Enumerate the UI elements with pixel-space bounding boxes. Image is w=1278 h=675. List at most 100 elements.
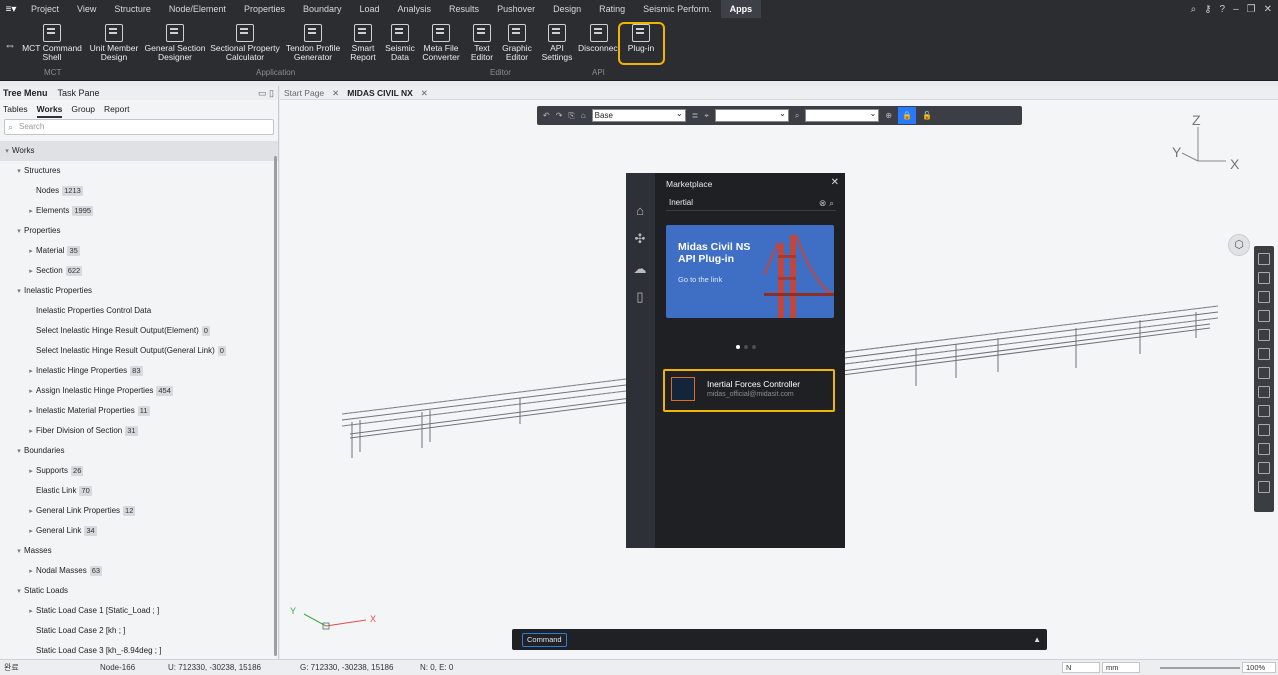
menu-load[interactable]: Load bbox=[351, 0, 389, 18]
tree-expand-icon[interactable]: ▸ bbox=[26, 502, 36, 522]
tab-works[interactable]: Works bbox=[37, 100, 63, 118]
tree-expand-icon[interactable]: ▸ bbox=[26, 462, 36, 482]
tree-item[interactable]: Select Inelastic Hinge Result Output(Gen… bbox=[0, 341, 278, 361]
tree-item[interactable]: ▸Nodal Masses63 bbox=[0, 561, 278, 581]
view-tool-icon[interactable] bbox=[1258, 443, 1270, 455]
zoom-slider[interactable] bbox=[1160, 667, 1240, 669]
close-icon[interactable]: ✕ bbox=[831, 177, 839, 188]
tree-item[interactable]: ▾Masses bbox=[0, 541, 278, 561]
view-tool-icon[interactable] bbox=[1258, 291, 1270, 303]
help-icon[interactable]: ? bbox=[1220, 4, 1226, 15]
tab-tables[interactable]: Tables bbox=[3, 100, 28, 118]
tree-expand-icon[interactable]: ▾ bbox=[14, 222, 24, 242]
tree-item[interactable]: Select Inelastic Hinge Result Output(Ele… bbox=[0, 321, 278, 341]
tree-item[interactable]: ▸Inelastic Hinge Properties83 bbox=[0, 361, 278, 381]
meta-file-converter-button[interactable]: Meta File Converter bbox=[420, 24, 462, 62]
cloud-gear-icon[interactable]: ☁ bbox=[632, 261, 648, 277]
view-cube-icon[interactable]: ⬡ bbox=[1228, 234, 1250, 256]
tree-expand-icon[interactable]: ▾ bbox=[2, 142, 12, 162]
marketplace-search-input[interactable]: Inertial ⊗ ⌕ bbox=[666, 196, 836, 211]
expand-up-icon[interactable]: ▲ bbox=[1033, 635, 1041, 644]
menu-boundary[interactable]: Boundary bbox=[294, 0, 351, 18]
mct-command-shell-button[interactable]: MCT Command Shell bbox=[22, 24, 82, 62]
tree-item[interactable]: Nodes1213 bbox=[0, 181, 278, 201]
menu-analysis[interactable]: Analysis bbox=[389, 0, 441, 18]
tree-item[interactable]: ▸Elements1995 bbox=[0, 201, 278, 221]
menu-results[interactable]: Results bbox=[440, 0, 488, 18]
store-icon[interactable]: ⌂ bbox=[632, 203, 648, 219]
force-unit-select[interactable]: N bbox=[1062, 662, 1100, 673]
plugin-result-item[interactable]: Inertial Forces Controller midas_officia… bbox=[663, 369, 835, 412]
key-icon[interactable]: ⚷ bbox=[1204, 4, 1211, 15]
zoom-select[interactable]: 100% bbox=[1242, 662, 1276, 673]
tree-expand-icon[interactable]: ▸ bbox=[26, 362, 36, 382]
menu-project[interactable]: Project bbox=[22, 0, 68, 18]
view-tool-icon[interactable] bbox=[1258, 329, 1270, 341]
menu-structure[interactable]: Structure bbox=[105, 0, 160, 18]
seismic-data-button[interactable]: Seismic Data bbox=[383, 24, 417, 62]
general-section-designer-button[interactable]: General Section Designer bbox=[144, 24, 206, 62]
tree-scrollbar[interactable] bbox=[274, 156, 277, 656]
tree-item[interactable]: ▾Structures bbox=[0, 161, 278, 181]
view-tool-icon[interactable] bbox=[1258, 348, 1270, 360]
view-tool-icon[interactable] bbox=[1258, 462, 1270, 474]
smart-report-button[interactable]: Smart Report bbox=[345, 24, 381, 62]
tree-expand-icon[interactable]: ▸ bbox=[26, 382, 36, 402]
view-tool-icon[interactable] bbox=[1258, 367, 1270, 379]
carousel-dot[interactable] bbox=[744, 345, 748, 349]
tree-item[interactable]: ▸Assign Inelastic Hinge Properties454 bbox=[0, 381, 278, 401]
sectional-property-calculator-button[interactable]: Sectional Property Calculator bbox=[210, 24, 280, 62]
view-tool-icon[interactable] bbox=[1258, 424, 1270, 436]
tree-item[interactable]: ▾Works bbox=[0, 141, 278, 161]
menu-seismic-perform[interactable]: Seismic Perform. bbox=[634, 0, 721, 18]
tree-expand-icon[interactable]: ▾ bbox=[14, 582, 24, 602]
tree-item[interactable]: ▾Properties bbox=[0, 221, 278, 241]
menu-properties[interactable]: Properties bbox=[235, 0, 294, 18]
tree-item[interactable]: ▾Inelastic Properties bbox=[0, 281, 278, 301]
search-icon[interactable]: ⌕ bbox=[829, 198, 834, 208]
tree-expand-icon[interactable]: ▾ bbox=[14, 282, 24, 302]
menu-rating[interactable]: Rating bbox=[590, 0, 634, 18]
tree-item[interactable]: Elastic Link70 bbox=[0, 481, 278, 501]
tab-task-pane[interactable]: Task Pane bbox=[58, 86, 100, 100]
tree-expand-icon[interactable]: ▸ bbox=[26, 262, 36, 282]
tendon-profile-generator-button[interactable]: Tendon Profile Generator bbox=[284, 24, 342, 62]
tab-tree-menu[interactable]: Tree Menu bbox=[3, 86, 48, 100]
tree-item[interactable]: ▸Fiber Division of Section31 bbox=[0, 421, 278, 441]
carousel-dot[interactable] bbox=[736, 345, 740, 349]
clear-icon[interactable]: ⊗ bbox=[819, 198, 827, 208]
carousel-dot[interactable] bbox=[752, 345, 756, 349]
graphic-editor-button[interactable]: Graphic Editor bbox=[500, 24, 534, 62]
quick-access-icon[interactable]: ⇔ bbox=[2, 38, 18, 60]
restore-icon[interactable]: ❐ bbox=[1247, 4, 1256, 15]
tree-item[interactable]: ▸General Link34 bbox=[0, 521, 278, 541]
disconnect-button[interactable]: Disconnect bbox=[578, 24, 620, 53]
tab-report[interactable]: Report bbox=[104, 100, 130, 118]
length-unit-select[interactable]: mm bbox=[1102, 662, 1140, 673]
tree-expand-icon[interactable]: ▾ bbox=[14, 442, 24, 462]
view-tool-icon[interactable] bbox=[1258, 386, 1270, 398]
tree-item[interactable]: ▸Inelastic Material Properties11 bbox=[0, 401, 278, 421]
tree-expand-icon[interactable]: ▾ bbox=[14, 542, 24, 562]
tree-item[interactable]: ▸Material35 bbox=[0, 241, 278, 261]
tree-expand-icon[interactable]: ▾ bbox=[14, 162, 24, 182]
tree-item[interactable]: ▾Boundaries bbox=[0, 441, 278, 461]
menu-design[interactable]: Design bbox=[544, 0, 590, 18]
tree-item[interactable]: ▾Static Loads bbox=[0, 581, 278, 601]
api-plugin-banner[interactable]: Midas Civil NS API Plug-in Go to the lin… bbox=[666, 225, 834, 318]
text-editor-button[interactable]: Text Editor bbox=[468, 24, 496, 62]
tree-item[interactable]: Inelastic Properties Control Data bbox=[0, 301, 278, 321]
tree-expand-icon[interactable]: ▸ bbox=[26, 402, 36, 422]
api-settings-button[interactable]: API Settings bbox=[539, 24, 575, 62]
tree-item[interactable]: ▸General Link Properties12 bbox=[0, 501, 278, 521]
tree-item[interactable]: ▸Static Load Case 1 [Static_Load ; ] bbox=[0, 601, 278, 621]
app-menu-icon[interactable]: ≡▾ bbox=[0, 4, 22, 15]
tab-group[interactable]: Group bbox=[71, 100, 95, 118]
tree-item[interactable]: Static Load Case 3 [kh_-8.94deg ; ] bbox=[0, 641, 278, 659]
puzzle-icon[interactable]: ✣ bbox=[632, 231, 648, 247]
tree-item[interactable]: Static Load Case 2 [kh ; ] bbox=[0, 621, 278, 641]
minimize-icon[interactable]: – bbox=[1233, 4, 1239, 15]
tree-search-input[interactable]: Search bbox=[4, 119, 274, 135]
tree-item[interactable]: ▸Supports26 bbox=[0, 461, 278, 481]
tree-expand-icon[interactable]: ▸ bbox=[26, 422, 36, 442]
